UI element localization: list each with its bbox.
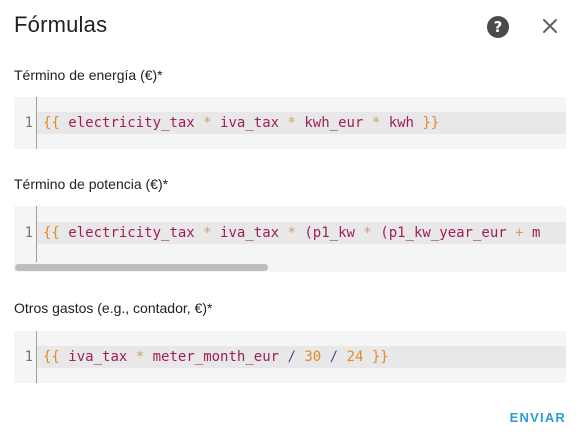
- code-token: iva_tax: [220, 225, 280, 241]
- code-token: {{: [43, 349, 60, 365]
- code-token: iva_tax: [220, 115, 280, 131]
- code-token: {{: [43, 225, 60, 241]
- code-token: meter_month_eur: [152, 349, 280, 365]
- other-costs-editor[interactable]: 1 {{ iva_tax * meter_month_eur / 30 / 24…: [14, 331, 566, 383]
- code-token: *: [203, 225, 212, 241]
- code-token: /: [287, 349, 296, 365]
- code-token: (p1_kw: [304, 225, 355, 241]
- code-token: kwh: [388, 115, 414, 131]
- code-token: iva_tax: [68, 349, 128, 365]
- formula-code[interactable]: {{ electricity_tax * iva_tax * kwh_eur *…: [43, 112, 439, 134]
- other-costs-label: Otros gastos (e.g., contador, €)*: [14, 300, 213, 316]
- line-number: 1: [24, 349, 33, 365]
- energy-term-label: Término de energía (€)*: [14, 67, 163, 83]
- code-token: *: [363, 225, 372, 241]
- code-token: }}: [422, 115, 440, 131]
- line-number: 1: [24, 225, 33, 241]
- code-token: kwh_eur: [304, 115, 364, 131]
- code-token: +: [515, 225, 524, 241]
- power-term-label: Término de potencia (€)*: [14, 176, 169, 192]
- power-term-editor[interactable]: 1 {{ electricity_tax * iva_tax * (p1_kw …: [14, 206, 566, 272]
- code-token: *: [287, 225, 296, 241]
- close-icon[interactable]: [538, 14, 562, 38]
- energy-term-editor[interactable]: 1 {{ electricity_tax * iva_tax * kwh_eur…: [14, 97, 566, 149]
- code-token: *: [371, 115, 381, 131]
- code-token: {{: [43, 115, 60, 131]
- dialog-title: Fórmulas: [14, 12, 108, 37]
- code-token: electricity_tax: [68, 225, 195, 241]
- code-token: *: [203, 115, 212, 131]
- code-token: electricity_tax: [68, 115, 195, 131]
- help-icon[interactable]: ?: [487, 16, 509, 38]
- submit-button[interactable]: ENVIAR: [510, 410, 566, 425]
- code-token: (p1_kw_year_eur: [380, 225, 507, 241]
- scrollbar-thumb[interactable]: [15, 264, 268, 271]
- formula-code[interactable]: {{ iva_tax * meter_month_eur / 30 / 24 }…: [43, 346, 389, 368]
- code-token: m: [532, 225, 541, 241]
- horizontal-scrollbar[interactable]: [14, 262, 566, 272]
- code-token: *: [135, 349, 145, 365]
- code-token: /: [329, 349, 339, 365]
- code-token: *: [287, 115, 296, 131]
- line-number: 1: [24, 115, 33, 131]
- formula-code[interactable]: {{ electricity_tax * iva_tax * (p1_kw * …: [43, 222, 540, 244]
- code-token: 30: [304, 349, 322, 365]
- code-token: }}: [371, 349, 389, 365]
- code-token: 24: [346, 349, 364, 365]
